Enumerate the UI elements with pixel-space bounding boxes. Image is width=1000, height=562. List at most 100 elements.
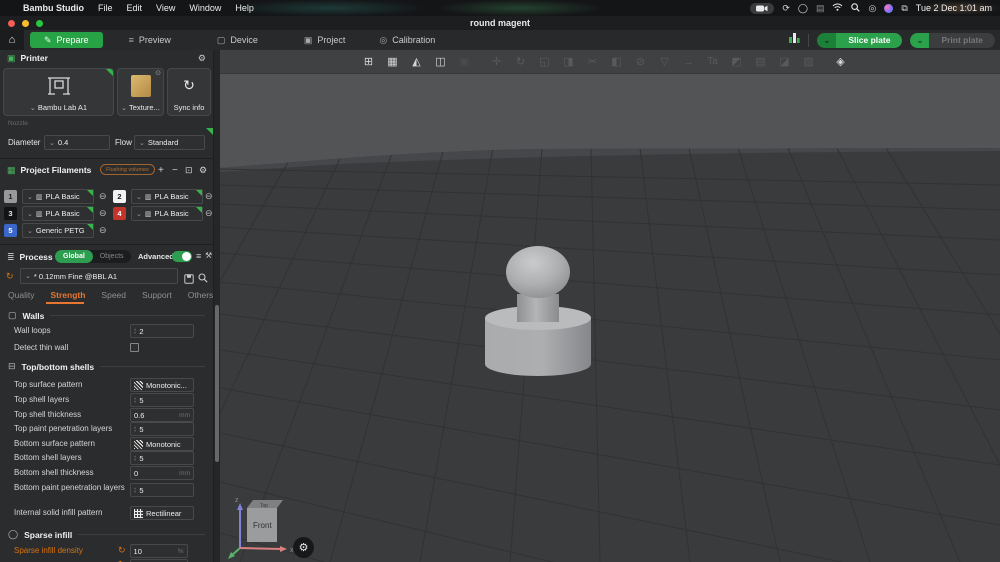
internal-solid-pattern-dropdown[interactable]: Rectilinear bbox=[130, 506, 194, 520]
tab-strength[interactable]: Strength bbox=[42, 290, 93, 300]
save-preset-icon[interactable] bbox=[184, 271, 194, 289]
scope-objects[interactable]: Objects bbox=[93, 253, 131, 260]
plate-stats-icon[interactable] bbox=[788, 31, 800, 49]
view-list-icon[interactable]: ≡ bbox=[196, 251, 201, 261]
restart-icon[interactable]: ⟳ bbox=[782, 3, 790, 13]
scope-global[interactable]: Global bbox=[55, 250, 93, 263]
setting-label: Internal solid infill pattern bbox=[14, 508, 103, 517]
process-scope-toggle[interactable]: Global Objects bbox=[55, 250, 131, 263]
auto-orient-icon[interactable]: ◭ bbox=[408, 53, 425, 70]
spinner-arrows-icon[interactable]: ˄ ˅ bbox=[134, 487, 136, 494]
tab-project[interactable]: ▣ Project bbox=[292, 33, 358, 47]
filament-edit-icon[interactable]: ⊖ bbox=[205, 208, 213, 219]
filament-dropdown-3[interactable]: ⌄ ▥ PLA Basic bbox=[22, 206, 94, 221]
flushing-volumes-button[interactable]: Flushing volumes bbox=[100, 164, 155, 175]
plate-info-icon[interactable]: ⊙ bbox=[155, 69, 161, 77]
filament-edit-icon[interactable]: ⊖ bbox=[205, 191, 213, 202]
scene-canvas[interactable]: z x Top Front bbox=[220, 50, 1000, 562]
build-plate-card[interactable]: ⊙ ⌄ Texture... bbox=[117, 68, 164, 116]
window-title-bar: round magent bbox=[0, 16, 1000, 30]
flow-dropdown[interactable]: ⌄ Standard bbox=[134, 135, 205, 150]
tab-calibration[interactable]: ◎ Calibration bbox=[367, 33, 447, 47]
export-filaments-icon[interactable]: ⊡ bbox=[185, 162, 193, 178]
display-icon[interactable]: ▤ bbox=[816, 3, 825, 13]
spinner-arrows-icon[interactable]: ˄ ˅ bbox=[134, 328, 136, 335]
add-plate-icon[interactable]: ▦ bbox=[384, 53, 401, 70]
printer-settings-gear-icon[interactable]: ⚙ bbox=[198, 53, 206, 64]
wall-loops-spinner[interactable]: ˄ ˅ 2 bbox=[130, 324, 194, 338]
close-window-button[interactable] bbox=[8, 20, 15, 27]
filament-edit-icon[interactable]: ⊖ bbox=[99, 208, 107, 219]
viewport-3d[interactable]: ⊞ ▦ ◭ ◫ ▣ ✛ ↻ ◱ ◨ ✂ ◧ ⊘ ▽ → Ta ◩ ▤ ◪ ▨ ◈ bbox=[220, 50, 1000, 562]
top-surface-pattern-dropdown[interactable]: Monotonic... bbox=[130, 378, 194, 392]
app-menu[interactable]: Bambu Studio bbox=[23, 3, 84, 13]
control-center-icon[interactable]: ⧉ bbox=[901, 3, 907, 13]
remove-filament-button[interactable]: − bbox=[172, 162, 178, 178]
spinner-arrows-icon[interactable]: ˄ ˅ bbox=[134, 397, 136, 404]
search-setting-icon[interactable] bbox=[198, 270, 208, 288]
tab-quality[interactable]: Quality bbox=[0, 290, 42, 300]
menu-view[interactable]: View bbox=[156, 3, 175, 13]
bottom-surface-pattern-dropdown[interactable]: Monotonic bbox=[130, 437, 194, 451]
filament-edit-icon[interactable]: ⊖ bbox=[99, 225, 107, 236]
assembly-view-icon[interactable]: ◈ bbox=[832, 53, 849, 70]
filament-dropdown-2[interactable]: ⌄ ▥ PLA Basic bbox=[131, 189, 203, 204]
menu-edit[interactable]: Edit bbox=[127, 3, 143, 13]
sync-info-card[interactable]: ↻ Sync info bbox=[167, 68, 211, 116]
add-object-icon[interactable]: ⊞ bbox=[360, 53, 377, 70]
do-not-disturb-icon[interactable]: ◯ bbox=[798, 3, 808, 13]
menu-clock[interactable]: Tue 2 Dec 1:01 am bbox=[916, 3, 992, 13]
diameter-dropdown[interactable]: ⌄ 0.4 bbox=[44, 135, 110, 150]
menu-file[interactable]: File bbox=[98, 3, 113, 13]
home-button[interactable]: ⌂ bbox=[0, 30, 24, 50]
spinner-arrows-icon[interactable]: ˄ ˅ bbox=[134, 426, 136, 433]
search-icon[interactable] bbox=[851, 2, 861, 14]
process-tools-icon[interactable]: ⚒ bbox=[205, 251, 212, 260]
tab-speed[interactable]: Speed bbox=[93, 290, 134, 300]
print-dropdown-icon[interactable]: ⌄ bbox=[910, 32, 930, 48]
menu-window[interactable]: Window bbox=[189, 3, 221, 13]
tab-others[interactable]: Others bbox=[180, 290, 213, 300]
walls-group-header: ▢ Walls bbox=[8, 310, 205, 321]
siri-icon[interactable] bbox=[884, 3, 894, 13]
advanced-toggle[interactable] bbox=[172, 251, 192, 262]
slice-dropdown-icon[interactable]: ⌄ bbox=[817, 32, 837, 48]
menu-help[interactable]: Help bbox=[235, 3, 254, 13]
top-paint-layers-spinner[interactable]: ˄ ˅ 5 bbox=[130, 422, 194, 436]
tab-preview[interactable]: ≡ Preview bbox=[117, 33, 183, 47]
print-plate-button: ⌄ Print plate bbox=[910, 32, 995, 48]
arrange-icon[interactable]: ◫ bbox=[432, 53, 449, 70]
process-preset-dropdown[interactable]: ⌄ * 0.12mm Fine @BBL A1 bbox=[20, 268, 178, 284]
record-target-icon[interactable]: ◎ bbox=[868, 3, 876, 13]
filament-dropdown-5[interactable]: ⌄ Generic PETG bbox=[22, 223, 94, 238]
filament-badge-5: 5 bbox=[4, 224, 17, 237]
sparse-density-input[interactable]: 10 % bbox=[129, 544, 188, 558]
tab-prepare[interactable]: ✎ Prepare bbox=[30, 32, 103, 48]
bottom-paint-layers-spinner[interactable]: ˄ ˅ 5 bbox=[130, 483, 194, 497]
minimize-window-button[interactable] bbox=[22, 20, 29, 27]
printer-select-card[interactable]: ⌄ Bambu Lab A1 bbox=[3, 68, 114, 116]
wifi-icon[interactable] bbox=[832, 3, 843, 13]
tab-support[interactable]: Support bbox=[134, 290, 180, 300]
plate-settings-button[interactable]: ⚙ bbox=[293, 537, 314, 558]
add-filament-button[interactable]: + bbox=[158, 162, 164, 178]
filament-edit-icon[interactable]: ⊖ bbox=[99, 191, 107, 202]
axis-z-label: z bbox=[235, 497, 239, 504]
tab-device[interactable]: ▢ Device bbox=[205, 33, 270, 47]
screen-record-icon[interactable] bbox=[750, 2, 775, 14]
zoom-window-button[interactable] bbox=[36, 20, 43, 27]
slice-plate-button[interactable]: ⌄ Slice plate bbox=[817, 32, 903, 48]
filament-dropdown-4[interactable]: ⌄ ▥ PLA Basic bbox=[131, 206, 203, 221]
scrollbar-thumb[interactable] bbox=[215, 305, 219, 462]
filament-settings-gear-icon[interactable]: ⚙ bbox=[199, 162, 207, 178]
preset-reset-icon[interactable]: ↻ bbox=[6, 271, 14, 282]
top-shell-thickness-input[interactable]: 0.6 mm bbox=[130, 408, 194, 422]
detect-thin-wall-checkbox[interactable] bbox=[130, 343, 139, 352]
filament-dropdown-1[interactable]: ⌄ ▥ PLA Basic bbox=[22, 189, 94, 204]
unit-label: mm bbox=[179, 469, 190, 477]
bottom-shell-layers-spinner[interactable]: ˄ ˅ 5 bbox=[130, 451, 194, 465]
spinner-arrows-icon[interactable]: ˄ ˅ bbox=[134, 455, 136, 462]
sparse-density-reset-icon[interactable]: ↻ bbox=[118, 545, 126, 556]
bottom-shell-thickness-input[interactable]: 0 mm bbox=[130, 466, 194, 480]
top-shell-layers-spinner[interactable]: ˄ ˅ 5 bbox=[130, 393, 194, 407]
